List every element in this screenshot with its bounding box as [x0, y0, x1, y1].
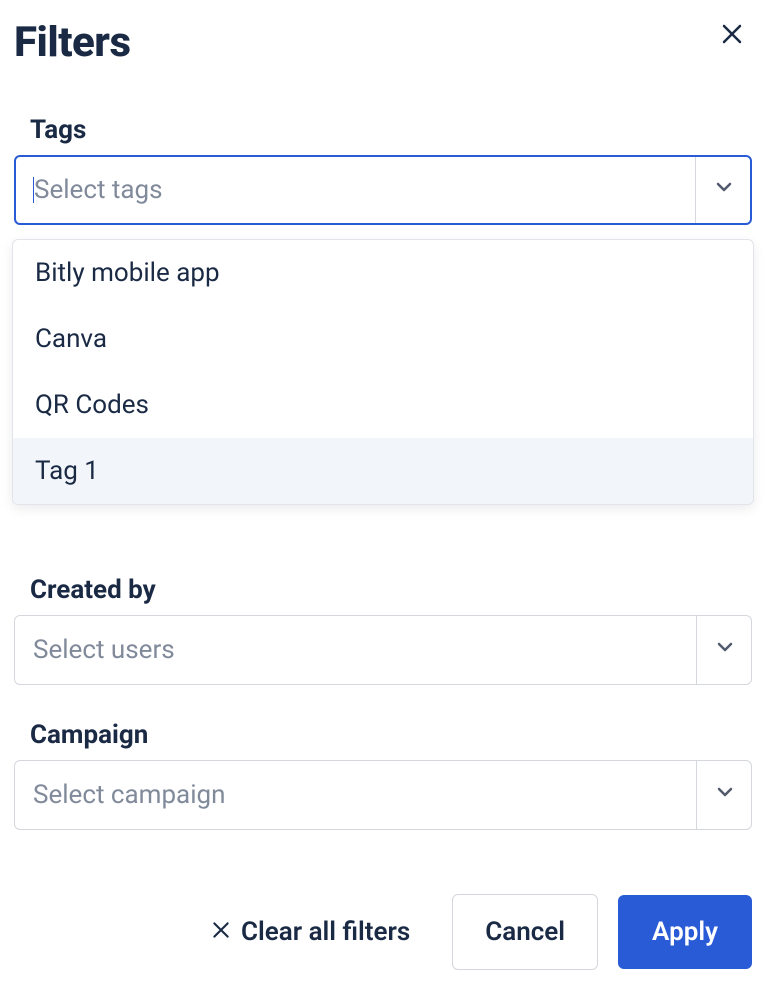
- cancel-button[interactable]: Cancel: [452, 894, 598, 970]
- campaign-label: Campaign: [14, 720, 752, 750]
- createdby-field-group: Created by Select users: [14, 575, 752, 685]
- tags-option-1[interactable]: Canva: [13, 306, 753, 372]
- clear-filters-button[interactable]: Clear all filters: [189, 905, 432, 959]
- campaign-select[interactable]: Select campaign: [14, 760, 752, 830]
- clear-filters-label: Clear all filters: [241, 917, 410, 947]
- close-icon: [720, 22, 744, 50]
- tags-option-2[interactable]: QR Codes: [13, 372, 753, 438]
- close-button[interactable]: [716, 18, 748, 54]
- campaign-field-group: Campaign Select campaign: [14, 720, 752, 830]
- tags-label: Tags: [14, 115, 752, 145]
- tags-placeholder: Select tags: [34, 175, 163, 205]
- createdby-select[interactable]: Select users: [14, 615, 752, 685]
- chevron-down-icon: [712, 175, 736, 206]
- chevron-down-icon: [713, 635, 737, 666]
- close-icon: [211, 917, 231, 947]
- apply-button[interactable]: Apply: [618, 895, 752, 969]
- tags-option-3[interactable]: Tag 1: [13, 438, 753, 504]
- campaign-chevron-wrap[interactable]: [696, 761, 737, 829]
- chevron-down-icon: [713, 780, 737, 811]
- createdby-label: Created by: [14, 575, 752, 605]
- tags-field-group: Tags Select tags Bitly mobile app Canva …: [14, 115, 752, 225]
- tags-dropdown: Bitly mobile app Canva QR Codes Tag 1: [12, 239, 754, 505]
- tags-chevron-wrap[interactable]: [695, 157, 736, 223]
- tags-option-0[interactable]: Bitly mobile app: [13, 240, 753, 306]
- page-title: Filters: [14, 18, 131, 67]
- tags-select[interactable]: Select tags: [14, 155, 752, 225]
- campaign-placeholder: Select campaign: [33, 780, 225, 810]
- createdby-placeholder: Select users: [33, 635, 175, 665]
- createdby-chevron-wrap[interactable]: [696, 616, 737, 684]
